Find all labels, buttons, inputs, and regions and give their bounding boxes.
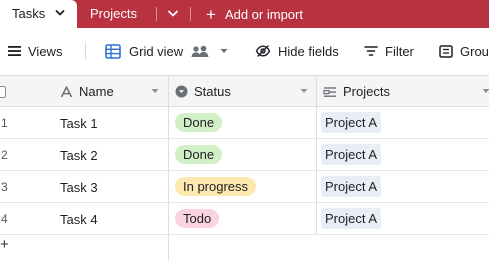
column-header-status-label: Status: [194, 84, 231, 99]
tab-tasks-label: Tasks: [12, 6, 46, 21]
chevron-down-icon[interactable]: [55, 9, 65, 17]
name-cell[interactable]: Task 3: [60, 180, 98, 195]
table-tab-bar: Tasks Projects + Add or import: [0, 0, 489, 28]
project-link-chip[interactable]: Project A: [321, 208, 382, 229]
name-cell[interactable]: Task 1: [60, 116, 98, 131]
grid-view-label: Grid view: [129, 43, 184, 59]
filter-icon: [364, 46, 378, 56]
tab-divider: [190, 7, 191, 21]
select-all-checkbox[interactable]: [0, 76, 6, 107]
collaborators-icon: [191, 45, 209, 57]
toolbar-divider: [85, 42, 86, 60]
linked-record-icon: [323, 86, 336, 97]
column-header-status[interactable]: Status: [175, 76, 231, 107]
view-toolbar: Views Grid view Hide fields Filter Grou: [0, 28, 489, 75]
grid-icon: [105, 43, 121, 59]
chevron-down-icon[interactable]: [167, 9, 179, 18]
name-cell[interactable]: Task 2: [60, 148, 98, 163]
add-or-import-label: Add or import: [224, 6, 303, 22]
grid-header-row: Name Status Projects: [0, 75, 489, 107]
project-link-chip[interactable]: Project A: [321, 144, 382, 165]
column-header-projects[interactable]: Projects: [323, 76, 390, 107]
filter-label: Filter: [385, 43, 414, 59]
row-number: 2: [1, 148, 8, 162]
hamburger-menu-icon: [8, 46, 21, 56]
project-link-chip[interactable]: Project A: [321, 176, 382, 197]
grid-view-button[interactable]: Grid view: [105, 43, 229, 59]
column-header-projects-label: Projects: [343, 84, 390, 99]
tab-tasks[interactable]: Tasks: [0, 0, 77, 28]
status-pill[interactable]: Done: [175, 145, 223, 164]
row-number: 4: [1, 212, 8, 226]
group-button[interactable]: Group: [439, 43, 489, 59]
text-field-icon: [60, 85, 73, 97]
eye-slash-icon: [255, 45, 271, 57]
single-select-icon: [175, 85, 188, 98]
filter-button[interactable]: Filter: [364, 43, 414, 59]
status-pill[interactable]: Done: [175, 113, 223, 132]
row-number: 3: [1, 180, 8, 194]
caret-down-icon[interactable]: [219, 47, 229, 55]
records-grid: Name Status Projects 1 Task 1 Done Proje…: [0, 75, 489, 261]
hide-fields-button[interactable]: Hide fields: [255, 43, 339, 59]
group-label: Group: [460, 43, 489, 59]
table-row[interactable]: 4 Task 4 Todo Project A: [0, 203, 489, 235]
hide-fields-label: Hide fields: [278, 43, 339, 59]
status-pill[interactable]: In progress: [175, 177, 257, 196]
row-number: 1: [1, 116, 8, 130]
plus-icon: +: [206, 4, 216, 24]
column-menu-caret-icon[interactable]: [300, 88, 308, 94]
column-header-name-label: Name: [79, 84, 114, 99]
add-record-button[interactable]: +: [0, 236, 9, 253]
views-button[interactable]: Views: [8, 43, 62, 59]
table-row[interactable]: 2 Task 2 Done Project A: [0, 139, 489, 171]
project-link-chip[interactable]: Project A: [321, 112, 382, 133]
table-row[interactable]: 3 Task 3 In progress Project A: [0, 171, 489, 203]
table-row[interactable]: 1 Task 1 Done Project A: [0, 107, 489, 139]
tab-divider: [156, 7, 157, 21]
column-menu-caret-icon[interactable]: [151, 88, 159, 94]
column-menu-caret-icon[interactable]: [482, 88, 489, 94]
status-pill[interactable]: Todo: [175, 209, 220, 228]
add-or-import-button[interactable]: + Add or import: [206, 5, 303, 23]
group-icon: [439, 44, 453, 58]
column-header-name[interactable]: Name: [60, 76, 114, 107]
frozen-pane-divider: [168, 235, 169, 261]
name-cell[interactable]: Task 4: [60, 212, 98, 227]
views-label: Views: [28, 43, 63, 59]
tab-projects[interactable]: Projects: [90, 6, 137, 21]
